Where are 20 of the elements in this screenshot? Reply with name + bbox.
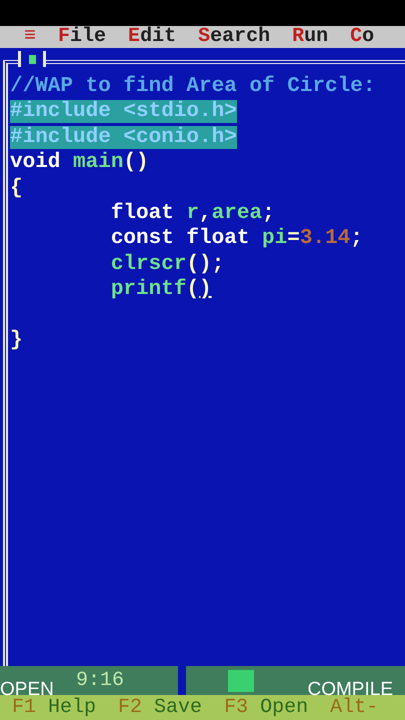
code-line: { xyxy=(10,176,23,200)
close-icon[interactable] xyxy=(18,51,46,67)
code-line: void main() xyxy=(10,151,149,174)
shortcut-hint[interactable]: F2 Save xyxy=(118,696,202,719)
shortcut-hint[interactable]: F1 Help xyxy=(12,696,96,719)
code-line: printf() xyxy=(110,278,212,302)
code-line: float r,area; xyxy=(110,202,275,225)
code-line: //WAP to find Area of Circle: xyxy=(10,75,376,98)
menu-item[interactable]: Run xyxy=(292,26,328,48)
menu-item[interactable]: Co xyxy=(350,26,374,48)
code-line: clrscr(); xyxy=(110,252,224,276)
menu-item[interactable]: ≡ xyxy=(24,26,36,48)
cursor-position: 9:16 xyxy=(76,669,124,692)
code-line: const float pi=3.14; xyxy=(110,227,363,250)
menu-item[interactable]: Edit xyxy=(128,26,176,48)
menu-item[interactable]: Search xyxy=(198,26,270,48)
menu-item[interactable]: File xyxy=(58,26,106,48)
shortcut-hint[interactable]: Alt- xyxy=(330,696,378,719)
code-line: } xyxy=(10,328,23,352)
shortcut-hint[interactable]: F3 Open xyxy=(224,696,308,719)
